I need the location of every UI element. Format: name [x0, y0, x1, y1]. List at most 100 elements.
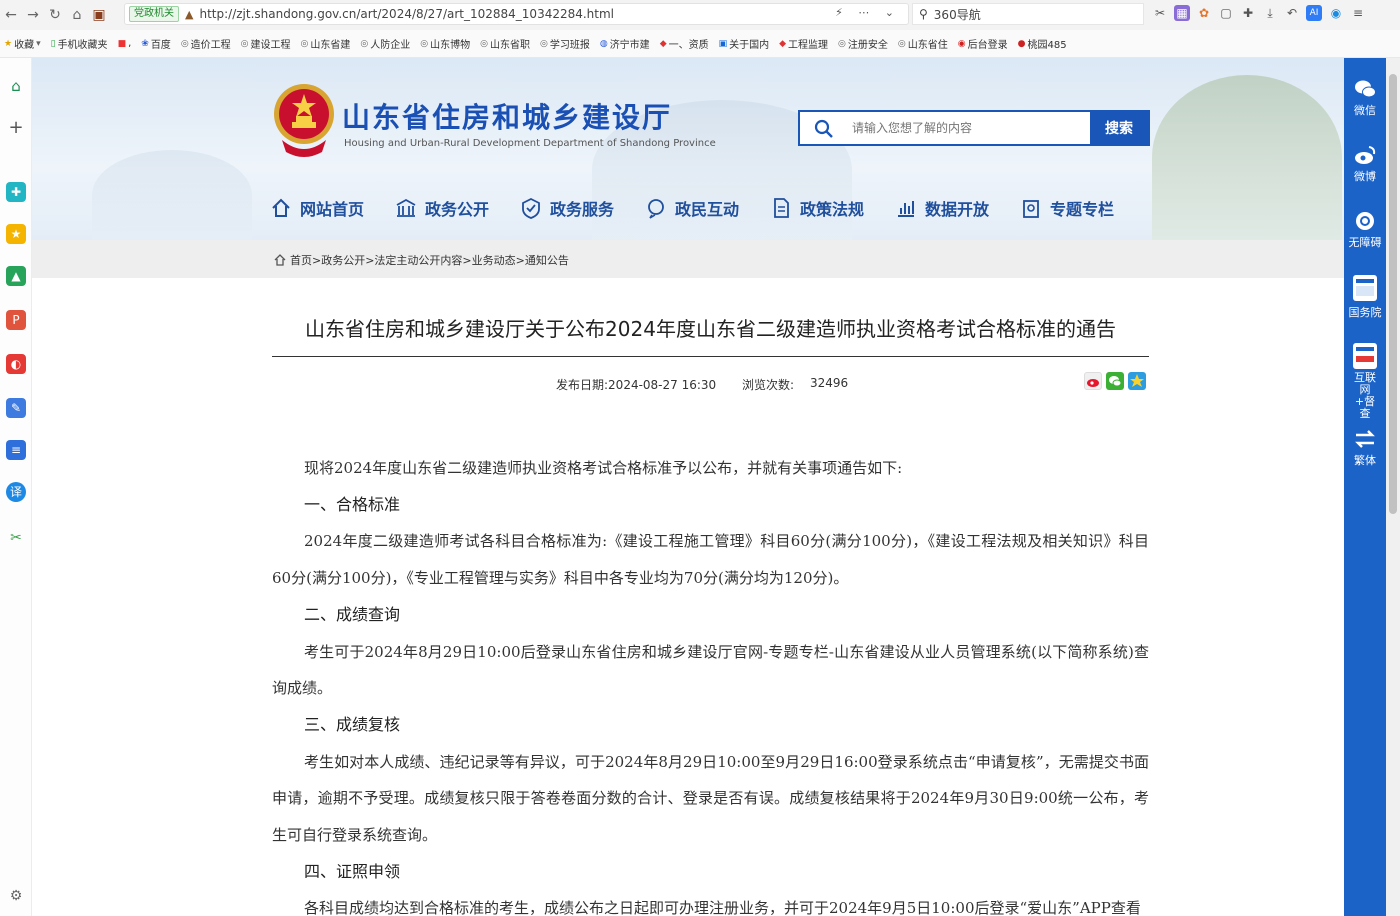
bookmark-item[interactable]: ◎ 山东省职: [480, 36, 530, 52]
forward-icon[interactable]: →: [22, 7, 44, 23]
chat-icon: [648, 199, 664, 219]
publish-date: 发布日期:2024-08-27 16:30: [556, 378, 717, 392]
extension-purple-icon[interactable]: ▦: [1174, 5, 1190, 21]
browser-left-sidebar: ⌂ + ✚ ★ ▲ P ◐ ✎ ≡ 译 ✂ ⚙: [0, 58, 32, 916]
document-icon: [774, 198, 789, 218]
edge-icon[interactable]: ◉: [1328, 5, 1344, 21]
nav-home[interactable]: 网站首页: [270, 196, 395, 220]
page-scrollbar[interactable]: [1386, 58, 1400, 916]
internet-supervision-button[interactable]: 互联网+督查: [1344, 342, 1386, 420]
bookmark-item[interactable]: ▯ 手机收藏夹: [51, 36, 108, 52]
site-search: 搜索: [798, 110, 1150, 146]
home-icon[interactable]: ⌂: [6, 76, 26, 96]
section-paragraph: 考生可于2024年8月29日10:00后登录山东省住房和城乡建设厅官网-专题专栏…: [272, 642, 1149, 698]
service-icon: [522, 197, 540, 219]
notes-tool-icon[interactable]: ≡: [6, 440, 26, 460]
search-icon: ⚲: [919, 7, 928, 21]
screenshot-tool-icon[interactable]: ◐: [6, 354, 26, 374]
nav-gov-affairs[interactable]: 政务公开: [395, 196, 520, 220]
bookmark-item[interactable]: ▣ 关于国内: [719, 36, 770, 52]
section-heading: 一、合格标准: [304, 494, 401, 514]
bookmark-item[interactable]: ★ 收藏 ▾: [4, 36, 41, 52]
article-title: 山东省住房和城乡建设厅关于公布2024年度山东省二级建造师执业资格考试合格标准的…: [305, 317, 1116, 341]
breadcrumb-path[interactable]: 首页>政务公开>法定主动公开内容>业务动态>通知公告: [290, 252, 569, 268]
bookmark-item[interactable]: ❀ 百度: [141, 36, 171, 52]
nav-special-topics[interactable]: 专题专栏: [1020, 196, 1145, 220]
weibo-button[interactable]: 微博: [1344, 144, 1386, 184]
mountain-decoration: [92, 150, 252, 240]
puzzle-icon[interactable]: ✚: [1240, 5, 1256, 21]
image-tool-icon[interactable]: ▲: [6, 266, 26, 286]
bookmark-item[interactable]: ◎ 山东博物: [420, 36, 470, 52]
bookmark-item[interactable]: ■,: [118, 38, 132, 49]
edit-tool-icon[interactable]: ✎: [6, 398, 26, 418]
right-float-bar: 微信 微博 无障碍 国务院 互联网+督查 繁体: [1344, 58, 1386, 916]
house-icon: [274, 254, 286, 266]
building-icon: [396, 198, 416, 217]
section-paragraph: 各科目成绩均达到合格标准的考生，成绩公布之日起即可办理注册业务，并可于2024年…: [304, 899, 1141, 916]
bookmark-item[interactable]: ◎ 建设工程: [241, 36, 291, 52]
menu-icon[interactable]: ≡: [1350, 5, 1366, 21]
bookmark-item[interactable]: ◍ 济宁市建: [600, 36, 650, 52]
favorites-icon[interactable]: ★: [6, 224, 26, 244]
bookmark-item[interactable]: ◎ 山东省建: [301, 36, 351, 52]
add-icon[interactable]: +: [6, 118, 26, 138]
state-council-button[interactable]: 国务院: [1344, 274, 1386, 320]
pdf-tool-icon[interactable]: P: [6, 310, 26, 330]
bookmark-item[interactable]: ◆ 一、资质: [660, 36, 709, 52]
scrollbar-thumb[interactable]: [1389, 74, 1397, 514]
undo-icon[interactable]: ↶: [1284, 5, 1300, 21]
address-bar-actions[interactable]: ⚡ ⋯ ⌄: [835, 6, 900, 19]
bookmark-item[interactable]: ● 桃园485: [1018, 36, 1067, 52]
nav-policy[interactable]: 政策法规: [770, 196, 895, 220]
site-info-icon[interactable]: ▲: [185, 8, 193, 21]
bookmark-item[interactable]: ◆ 工程监理: [779, 36, 828, 52]
extension-orange-icon[interactable]: ✿: [1196, 5, 1212, 21]
site-subtitle: Housing and Urban-Rural Development Depa…: [344, 138, 716, 149]
title-divider: [272, 356, 1149, 357]
views-label: 浏览次数:: [742, 378, 795, 392]
reader-icon[interactable]: ▢: [1218, 5, 1234, 21]
download-icon[interactable]: ⤓: [1262, 5, 1278, 21]
back-icon[interactable]: ←: [0, 7, 22, 23]
bookmark-item[interactable]: ◎ 山东省住: [898, 36, 948, 52]
qzone-share-icon[interactable]: [1128, 372, 1146, 390]
house-icon: [272, 198, 290, 217]
nav-open-data[interactable]: 数据开放: [895, 196, 1020, 220]
bookmark-item[interactable]: ◎ 造价工程: [181, 36, 231, 52]
scissors-icon[interactable]: ✂: [6, 528, 26, 548]
bookmark-item[interactable]: ◎ 学习班报: [540, 36, 590, 52]
bookmark-item[interactable]: ◎ 人防企业: [360, 36, 410, 52]
nav-gov-services[interactable]: 政务服务: [520, 196, 645, 220]
search-button[interactable]: 搜索: [1090, 112, 1148, 144]
accessibility-button[interactable]: 无障碍: [1344, 210, 1386, 250]
wechat-button[interactable]: 微信: [1344, 78, 1386, 118]
reload-icon[interactable]: ↻: [44, 7, 66, 23]
accessibility-icon: [1356, 212, 1374, 230]
bookmark-item[interactable]: ◎ 注册安全: [838, 36, 888, 52]
traditional-chinese-button[interactable]: 繁体: [1344, 428, 1386, 468]
intro-paragraph: 现将2024年度山东省二级建造师执业资格考试合格标准予以公布，并就有关事项通告如…: [304, 459, 903, 477]
url-text[interactable]: http://zjt.shandong.gov.cn/art/2024/8/27…: [199, 7, 614, 21]
address-bar[interactable]: 党政机关 ▲ http://zjt.shandong.gov.cn/art/20…: [124, 3, 909, 25]
breadcrumb-bar: 首页>政务公开>法定主动公开内容>业务动态>通知公告: [32, 240, 1344, 278]
home-icon[interactable]: ⌂: [66, 7, 88, 23]
section-heading: 三、成绩复核: [304, 714, 401, 734]
browser-search-placeholder: 360导航: [933, 7, 981, 22]
nav-interaction[interactable]: 政民互动: [645, 196, 770, 220]
section-paragraph: 2024年度二级建造师考试各科目合格标准为:《建设工程施工管理》科目60分(满分…: [272, 532, 1149, 588]
browser-search-box[interactable]: ⚲ 360导航: [912, 3, 1144, 25]
wechat-share-icon[interactable]: [1106, 372, 1124, 390]
search-input[interactable]: [800, 112, 1090, 144]
weibo-share-icon[interactable]: [1084, 372, 1102, 390]
settings-icon[interactable]: ⚙: [6, 886, 26, 906]
extension-bag-icon[interactable]: ▣: [88, 7, 110, 23]
ai-icon[interactable]: AI: [1306, 5, 1322, 21]
scissors-icon[interactable]: ✂: [1152, 5, 1168, 21]
bookmark-item[interactable]: ◉ 后台登录: [958, 36, 1008, 52]
wechat-icon: [1355, 80, 1376, 98]
topic-icon: [1023, 200, 1039, 218]
sidebar-app-icon[interactable]: ✚: [6, 182, 26, 202]
translate-icon[interactable]: 译: [6, 482, 26, 502]
site-title[interactable]: 山东省住房和城乡建设厅: [342, 96, 672, 136]
